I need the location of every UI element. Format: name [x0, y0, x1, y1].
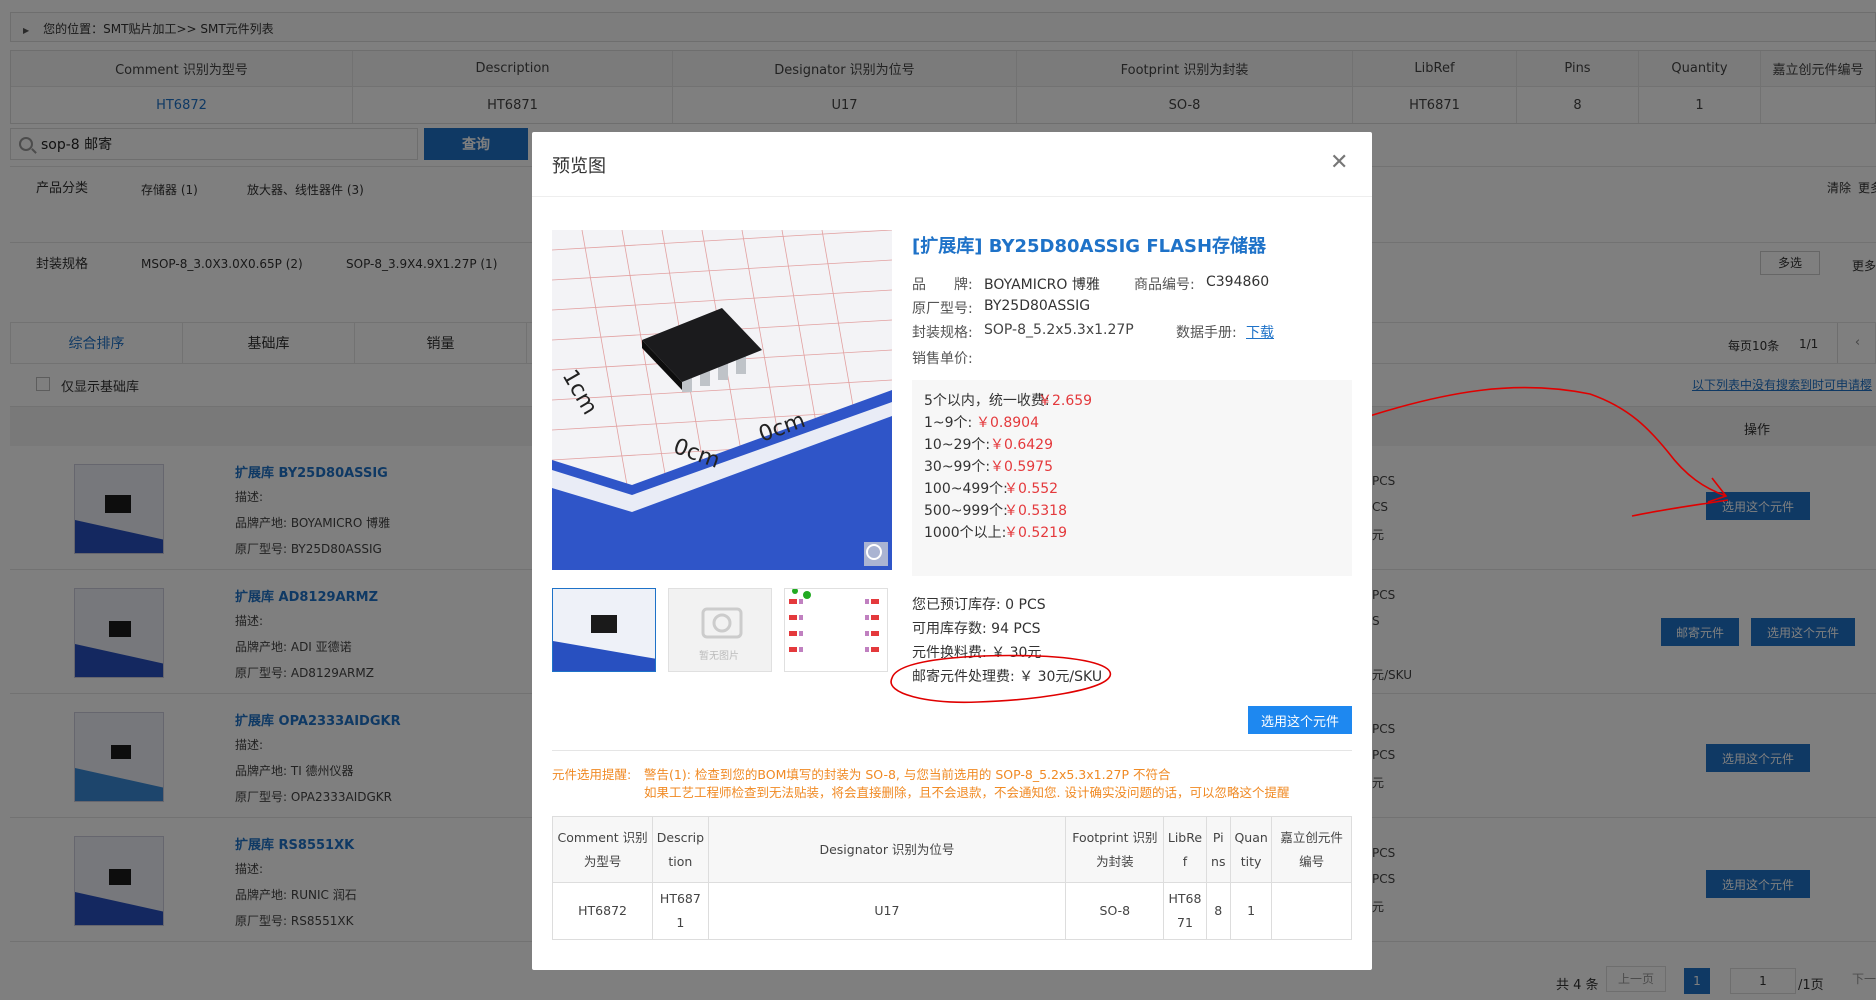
warning-text: 如果工艺工程师检查到无法贴装，将会直接删除，且不会退款，不会通知您. 设计确实没…	[644, 785, 1290, 800]
no-image-text: 暂无图片	[699, 651, 739, 662]
price-qty: 1~9个:	[924, 415, 973, 431]
table-row: HT6872 HT687 1 U17 SO-8 HT68 71 8 1	[551, 882, 1352, 940]
mpn-value: BY25D80ASSIG	[984, 298, 1091, 314]
table-cell: U17	[707, 882, 1067, 940]
table-cell: HT68 71	[1163, 882, 1207, 940]
divider	[552, 750, 1352, 751]
select-component-button[interactable]: 选用这个元件	[1248, 706, 1352, 734]
price-value: ￥0.552	[1004, 481, 1059, 497]
image-thumbnail[interactable]: 暂无图片	[668, 588, 772, 672]
datasheet-label: 数据手册:	[1176, 325, 1237, 341]
price-qty: 100~499个:	[924, 481, 1008, 497]
modal-title: 预览图	[552, 156, 606, 177]
table-header: Designator 识别为位号	[707, 816, 1067, 883]
brand-label: 品 牌:	[912, 277, 973, 293]
price-value: ￥0.5975	[990, 459, 1053, 475]
price-value: ￥0.5318	[1004, 503, 1067, 519]
table-cell: SO-8	[1065, 882, 1165, 940]
price-value: ￥2.659	[1038, 393, 1093, 409]
table-header: Pi ns	[1205, 816, 1232, 883]
reserved-stock: 您已预订库存: 0 PCS	[912, 597, 1046, 613]
package-label: 封装规格:	[912, 325, 973, 341]
price-qty: 30~99个:	[924, 459, 991, 475]
code-label: 商品编号:	[1134, 277, 1195, 293]
price-qty: 10~29个:	[924, 437, 991, 453]
table-header: Footprint 识别为封装	[1065, 816, 1165, 883]
table-cell: HT6872	[551, 882, 654, 940]
image-thumbnail[interactable]	[552, 588, 656, 672]
table-header-row: Comment 识别为型号 Descrip tion Designator 识别…	[551, 816, 1352, 883]
table-header: LibRe f	[1163, 816, 1207, 883]
mpn-label: 原厂型号:	[912, 301, 973, 317]
price-value: ￥0.8904	[976, 415, 1039, 431]
price-label: 销售单价:	[912, 351, 973, 367]
image-thumbnail[interactable]	[784, 588, 888, 672]
datasheet-link[interactable]: 下载	[1246, 322, 1274, 342]
preview-modal: 预览图 ✕ 1cm 0cm 0cm 暂无图片 [扩展库] BY25D80ASSI…	[532, 132, 1372, 970]
price-table: 5个以内，统一收费: ￥2.659 1~9个: ￥0.8904 10~29个: ￥0.…	[912, 380, 1352, 576]
code-value: C394860	[1206, 274, 1270, 290]
annotation-arrow	[1341, 386, 1729, 517]
price-qty: 1000个以上:	[924, 525, 1007, 541]
table-cell	[1271, 882, 1352, 940]
table-header: Comment 识别为型号	[551, 816, 654, 883]
price-value: ￥0.6429	[990, 437, 1053, 453]
zoom-icon[interactable]	[864, 542, 888, 566]
brand-value: BOYAMICRO 博雅	[984, 277, 1100, 293]
table-header: Descrip tion	[652, 816, 709, 883]
page: ▶您的位置：SMT贴片加工>> SMT元件列表 Comment 识别为型号 De…	[0, 0, 1876, 1000]
table-header: Quan tity	[1230, 816, 1273, 883]
bom-preview-table: Comment 识别为型号 Descrip tion Designator 识别…	[551, 816, 1352, 940]
close-icon[interactable]: ✕	[1330, 150, 1348, 175]
table-cell: 8	[1205, 882, 1232, 940]
warning-text: 警告(1): 检查到您的BOM填写的封装为 SO-8, 与您当前选用的 SOP-…	[644, 767, 1171, 782]
price-qty: 500~999个:	[924, 503, 1008, 519]
table-cell: 1	[1230, 882, 1273, 940]
available-stock: 可用库存数: 94 PCS	[912, 621, 1041, 637]
table-cell: HT687 1	[652, 882, 709, 940]
divider	[532, 196, 1372, 197]
price-qty: 5个以内，统一收费:	[924, 393, 1050, 409]
product-main-image: 1cm 0cm 0cm	[552, 230, 892, 570]
table-header: 嘉立创元件编号	[1271, 816, 1352, 883]
price-value: ￥0.5219	[1004, 525, 1067, 541]
product-title[interactable]: [扩展库] BY25D80ASSIG FLASH存储器	[912, 232, 1266, 258]
package-value: SOP-8_5.2x5.3x1.27P	[984, 322, 1134, 338]
annotation-circle	[890, 654, 1112, 704]
warning-label: 元件选用提醒:	[552, 767, 632, 782]
